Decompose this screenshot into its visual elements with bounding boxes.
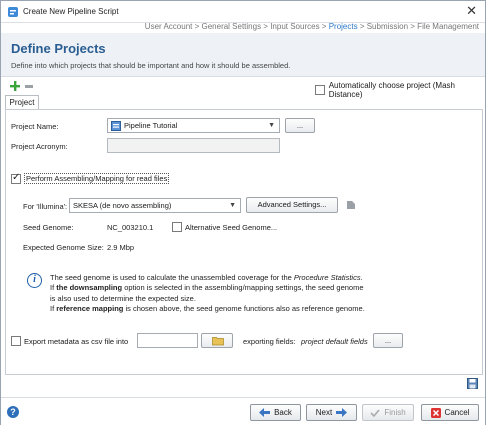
seed-genome-value: NC_003210.1	[107, 223, 154, 232]
back-button[interactable]: Back	[250, 404, 301, 421]
export-metadata-label: Export metadata as csv file into	[24, 336, 129, 346]
advanced-settings-button[interactable]: Advanced Settings...	[246, 197, 338, 213]
info-line1-emphasis: Procedure Statistics	[293, 273, 361, 282]
arrow-right-icon	[336, 408, 348, 417]
file-icon	[347, 201, 355, 209]
for-illumina-label: For 'Illumina':	[23, 202, 68, 211]
project-name-combo[interactable]: Pipeline Tutorial ▼	[107, 118, 280, 133]
info-line2-bold: the downsampling	[56, 283, 123, 293]
breadcrumb-after: > Submission > File Management	[357, 22, 479, 31]
plus-icon[interactable]	[10, 81, 20, 91]
cancel-label: Cancel	[444, 408, 470, 417]
breadcrumb: User Account > General Settings > Input …	[145, 22, 479, 31]
info-text: The seed genome is used to calculate the…	[50, 273, 390, 314]
expected-size-value: 2.9 Mbp	[107, 243, 135, 252]
info-line3: is also used to determine the expected s…	[50, 293, 196, 303]
app-icon	[8, 7, 18, 17]
project-name-label: Project Name:	[11, 122, 59, 131]
export-metadata-checkbox[interactable]	[11, 336, 21, 346]
perform-assembling-option[interactable]: Perform Assembling/Mapping for read file…	[11, 172, 170, 184]
page-title: Define Projects	[11, 41, 106, 56]
alt-seed-label: Alternative Seed Genome...	[185, 222, 278, 232]
minus-icon[interactable]	[25, 85, 33, 88]
check-icon	[370, 408, 380, 417]
project-acronym-label: Project Acronym:	[11, 142, 68, 151]
cancel-button[interactable]: Cancel	[421, 404, 479, 421]
folder-icon	[212, 337, 224, 346]
title-bar: Create New Pipeline Script ✕	[1, 1, 485, 23]
project-name-value: Pipeline Tutorial	[124, 121, 178, 130]
info-line4-bold: reference mapping	[56, 303, 124, 313]
exporting-fields-button[interactable]: ...	[373, 333, 403, 348]
export-path-input[interactable]	[137, 333, 198, 348]
finish-button[interactable]: Finish	[362, 404, 414, 421]
info-line4-b: is chosen above, the seed genome functio…	[123, 303, 365, 313]
assembler-value: SKESA (de novo assembling)	[73, 201, 172, 210]
auto-choose-checkbox[interactable]	[315, 85, 325, 95]
perform-assembling-label: Perform Assembling/Mapping for read file…	[24, 173, 170, 184]
close-icon[interactable]: ✕	[466, 4, 477, 18]
page-description: Define into which projects that should b…	[11, 61, 291, 70]
cancel-icon	[430, 407, 441, 418]
exporting-fields-value: project default fields	[301, 337, 368, 346]
page-header: Define Projects Define into which projec…	[1, 33, 485, 77]
export-metadata-option[interactable]: Export metadata as csv file into	[11, 336, 128, 346]
breadcrumb-active: Projects	[328, 22, 358, 31]
exporting-fields-label: exporting fields:	[243, 337, 296, 346]
pipeline-icon	[111, 120, 121, 131]
wizard-window: Create New Pipeline Script ✕ User Accoun…	[0, 0, 486, 425]
next-button[interactable]: Next	[306, 404, 357, 421]
export-folder-button[interactable]	[201, 333, 233, 348]
next-label: Next	[315, 408, 333, 417]
assembler-combo[interactable]: SKESA (de novo assembling) ▼	[69, 198, 241, 213]
alt-seed-checkbox[interactable]	[172, 222, 182, 232]
info-line1-b: .	[360, 273, 363, 282]
finish-label: Finish	[384, 408, 406, 417]
chevron-down-icon: ▼	[268, 122, 275, 129]
info-line1-a: The seed genome is used to calculate the…	[50, 273, 294, 282]
back-label: Back	[274, 408, 292, 417]
breadcrumb-before: User Account > General Settings > Input …	[144, 22, 329, 31]
window-title: Create New Pipeline Script	[23, 7, 119, 16]
info-icon: i	[27, 273, 42, 288]
auto-choose-option[interactable]: Automatically choose project (Mash Dista…	[315, 81, 485, 99]
auto-choose-label: Automatically choose project (Mash Dista…	[328, 81, 455, 99]
expected-size-label: Expected Genome Size:	[23, 243, 104, 252]
tab-project[interactable]: Project	[5, 95, 39, 110]
arrow-left-icon	[259, 408, 271, 417]
chevron-down-icon: ▼	[229, 202, 236, 209]
help-icon[interactable]: ?	[7, 406, 19, 418]
project-acronym-field[interactable]	[107, 138, 280, 153]
seed-genome-label: Seed Genome:	[23, 223, 74, 232]
alt-seed-option[interactable]: Alternative Seed Genome...	[172, 222, 277, 232]
project-browse-button[interactable]: ...	[285, 118, 315, 133]
info-line2-b: option is selected in the assembling/map…	[122, 283, 364, 293]
save-icon[interactable]	[467, 378, 478, 389]
perform-assembling-checkbox[interactable]	[11, 172, 21, 184]
